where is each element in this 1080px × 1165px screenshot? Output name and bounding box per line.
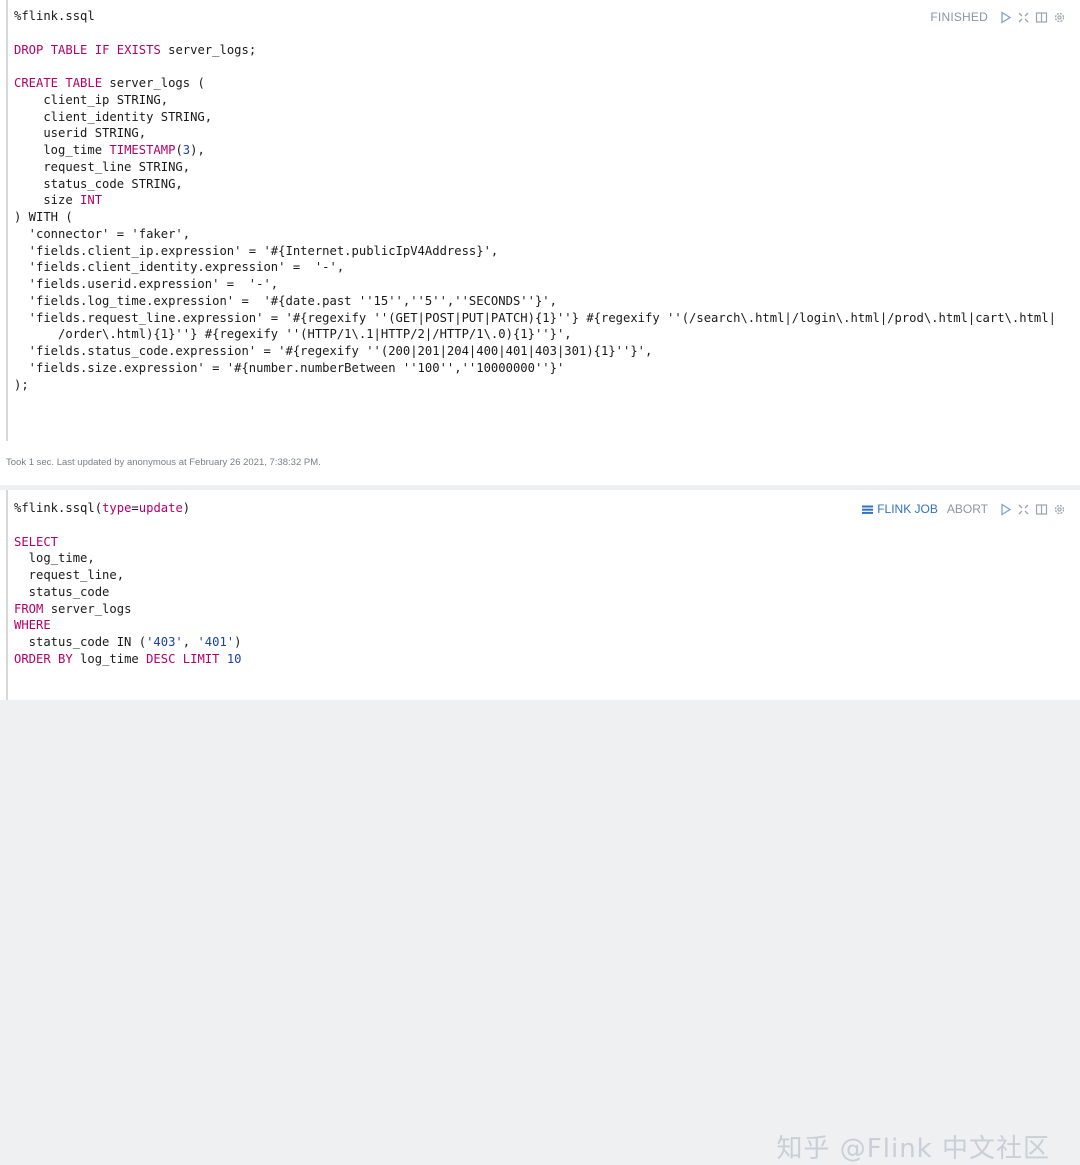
code-line: FROM server_logs — [14, 601, 132, 616]
code-line: 'fields.userid.expression' = '-', — [14, 277, 279, 291]
code-line: ​ — [14, 25, 1056, 42]
run-icon[interactable] — [999, 502, 1012, 516]
code-line: 'fields.status_code.expression' = '#{reg… — [14, 344, 653, 358]
code-line: userid STRING, — [14, 126, 147, 141]
expand-icon[interactable] — [1017, 11, 1030, 24]
paragraph-toolbar: FINISHED — [930, 10, 1066, 24]
code-line: client_identity STRING, — [14, 109, 213, 124]
paragraph-create-table: %flink.ssql ​DROP TABLE IF EXISTS server_… — [0, 0, 1080, 485]
flink-job-link[interactable]: FLINK JOB — [861, 502, 938, 516]
code-line: SELECT — [14, 534, 59, 549]
code-line: 'connector' = 'faker', — [14, 226, 191, 241]
code-line: 'fields.client_ip.expression' = '#{Inter… — [14, 243, 499, 258]
code-line: request_line STRING, — [14, 159, 191, 174]
code-line: 'fields.log_time.expression' = '#{date.p… — [14, 293, 557, 308]
gear-icon[interactable] — [1053, 11, 1066, 24]
code-line: size INT — [14, 193, 103, 208]
code-line: status_code IN ('403', '401') — [14, 635, 242, 649]
code-line: 'fields.client_identity.expression' = '-… — [14, 260, 345, 275]
code-text: %flink.ssql(type=update) ​SELECT log_time… — [14, 500, 242, 668]
code-line: ) WITH ( — [14, 210, 73, 224]
code-line: %flink.ssql — [14, 9, 95, 23]
code-line: log_time, — [14, 551, 95, 566]
paragraph-toolbar: FLINK JOB ABORT — [861, 502, 1066, 516]
code-text: %flink.ssql ​DROP TABLE IF EXISTS server_… — [14, 8, 1056, 393]
gear-icon[interactable] — [1053, 503, 1066, 516]
code-line: ​ — [14, 517, 242, 534]
code-line: ); — [14, 377, 29, 392]
code-line: %flink.ssql(type=update) — [14, 501, 191, 515]
code-line: CREATE TABLE server_logs ( — [14, 76, 205, 90]
code-line: WHERE — [14, 618, 51, 633]
code-line: log_time TIMESTAMP(3), — [14, 143, 205, 157]
code-line: ​ — [14, 58, 1056, 75]
code-line: status_code STRING, — [14, 176, 183, 191]
code-line: status_code — [14, 584, 110, 599]
book-icon[interactable] — [1035, 503, 1048, 516]
paragraph-select-query: %flink.ssql(type=update) ​SELECT log_time… — [0, 490, 1080, 1164]
book-icon[interactable] — [1035, 11, 1048, 24]
run-icon[interactable] — [999, 10, 1012, 24]
expand-icon[interactable] — [1017, 503, 1030, 516]
status-label: FINISHED — [930, 10, 988, 24]
code-line: 'fields.size.expression' = '#{number.num… — [14, 360, 565, 375]
code-line: ORDER BY log_time DESC LIMIT 10 — [14, 651, 242, 666]
paragraph-footer: Took 1 sec. Last updated by anonymous at… — [6, 457, 321, 468]
code-line: request_line, — [14, 568, 125, 582]
code-editor[interactable]: %flink.ssql ​DROP TABLE IF EXISTS server_… — [6, 0, 1076, 441]
code-line: client_ip STRING, — [14, 92, 169, 107]
code-line: 'fields.request_line.expression' = '#{re… — [14, 310, 1056, 325]
code-line: DROP TABLE IF EXISTS server_logs; — [14, 42, 257, 57]
watermark: 知乎 @Flink 中文社区 — [776, 1134, 1050, 1164]
code-line: /order\.html){1}''} #{regexify ''(HTTP/1… — [14, 327, 572, 342]
code-editor[interactable]: %flink.ssql(type=update) ​SELECT log_time… — [6, 490, 1076, 700]
list-icon — [861, 503, 874, 516]
flink-job-label: FLINK JOB — [877, 502, 938, 516]
abort-button[interactable]: ABORT — [947, 502, 988, 516]
